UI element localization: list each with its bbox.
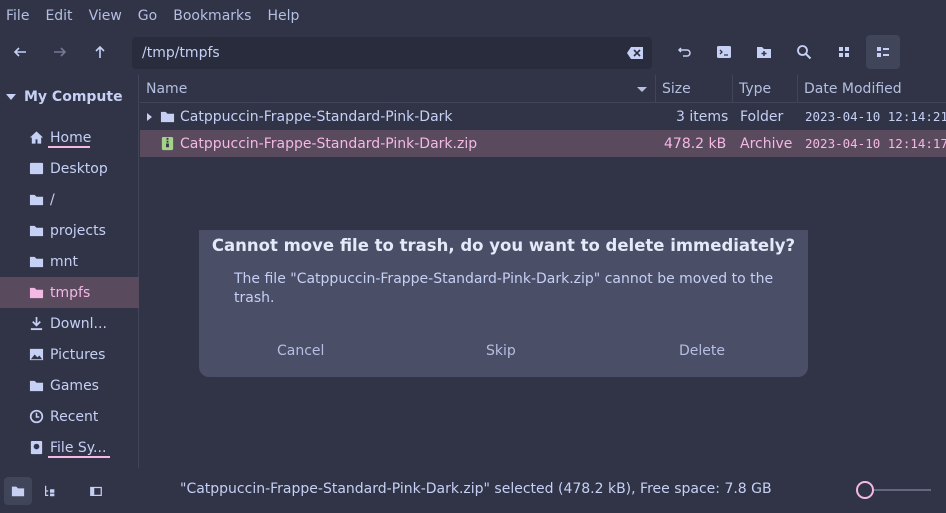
sidebar-item-root[interactable]: / [0,184,139,215]
cancel-button[interactable]: Cancel [277,343,324,359]
sidebar-item-label: Pictures [50,346,106,363]
file-name: Catppuccin-Frappe-Standard-Pink-Dark.zip [180,135,478,152]
dialog-title: Cannot move file to trash, do you want t… [211,236,796,255]
clear-path-icon[interactable] [626,45,644,61]
sidebar-item-games[interactable]: Games [0,370,139,401]
sidebar-item-label: / [50,191,55,208]
sidebar-item-home[interactable]: Home [0,122,139,153]
sidebar-item-label: Games [50,377,99,394]
sidebar-item-desktop[interactable]: Desktop [0,153,139,184]
back-arrow-icon[interactable] [6,38,34,66]
status-bar: "Catppuccin-Frappe-Standard-Pink-Dark.zi… [0,468,946,513]
menu-help[interactable]: Help [267,8,299,24]
folder-icon [28,378,44,394]
sidebar-item-label: File Sy... [50,439,107,456]
download-icon [28,316,44,332]
file-type: Folder [740,108,784,125]
file-name: Catppuccin-Frappe-Standard-Pink-Dark [180,108,453,125]
delete-confirmation-dialog: Cannot move file to trash, do you want t… [199,230,808,377]
toolbar: /tmp/tmpfs [0,32,946,74]
delete-button[interactable]: Delete [679,343,725,359]
home-icon [28,130,44,146]
search-icon[interactable] [790,38,818,66]
file-size: 478.2 kB [664,135,727,152]
sidebar-item-label: projects [50,222,106,239]
column-headers: Name Size Type Date Modified [140,75,946,103]
archive-icon [160,130,175,157]
column-header-name[interactable]: Name [140,75,656,103]
hide-sidebar-icon[interactable] [82,477,110,505]
forward-arrow-icon[interactable] [46,38,74,66]
sidebar-item-filesystem[interactable]: File Sy... [0,432,139,463]
sidebar-item-label: tmpfs [50,284,91,301]
status-text: "Catppuccin-Frappe-Standard-Pink-Dark.zi… [180,481,772,497]
menu-bookmarks[interactable]: Bookmarks [173,8,251,24]
sidebar-item-projects[interactable]: projects [0,215,139,246]
menu-go[interactable]: Go [138,8,157,24]
desktop-icon [28,161,44,177]
sidebar-item-tmpfs[interactable]: tmpfs [0,277,139,308]
path-text: /tmp/tmpfs [142,45,220,61]
file-size: 3 items [676,108,729,125]
menu-bar: File Edit View Go Bookmarks Help [0,0,946,32]
drive-icon [28,440,44,456]
sidebar-item-recent[interactable]: Recent [0,401,139,432]
file-type: Archive [740,135,793,152]
menu-edit[interactable]: Edit [45,8,72,24]
zoom-slider-handle[interactable] [856,481,874,499]
column-header-size[interactable]: Size [656,75,733,103]
sidebar-item-label: Home [50,129,92,146]
dialog-message: The file "Catppuccin-Frappe-Standard-Pin… [234,271,774,306]
recent-icon [28,409,44,425]
sidebar-item-pictures[interactable]: Pictures [0,339,139,370]
folder-icon [28,254,44,270]
folder-icon [28,223,44,239]
menu-file[interactable]: File [6,8,29,24]
file-modified: 2023-04-10 12:14:17 [805,136,946,151]
collapse-triangle-icon[interactable] [6,94,16,100]
sidebar: My Compute Home Desktop / projects mnt t… [0,75,139,468]
sidebar-item-label: Desktop [50,160,108,177]
file-row[interactable]: Catppuccin-Frappe-Standard-Pink-Dark 3 i… [140,103,946,130]
file-row-selected[interactable]: Catppuccin-Frappe-Standard-Pink-Dark.zip… [140,130,946,157]
sidebar-item-label: Downl... [50,315,107,332]
sidebar-item-downloads[interactable]: Downl... [0,308,139,339]
disk-usage-bar [48,146,90,148]
column-header-label: Date Modified [804,81,902,97]
skip-button[interactable]: Skip [486,343,516,359]
up-arrow-icon[interactable] [86,38,114,66]
sidebar-item-mnt[interactable]: mnt [0,246,139,277]
redo-icon[interactable] [670,38,698,66]
sidebar-item-label: Recent [50,408,99,425]
places-sidebar-icon[interactable] [4,477,32,505]
sidebar-item-label: mnt [50,253,78,270]
column-header-type[interactable]: Type [733,75,798,103]
sort-indicator-icon [637,87,647,92]
new-folder-icon[interactable] [750,38,778,66]
folder-icon [160,103,175,130]
menu-view[interactable]: View [89,8,122,24]
column-header-modified[interactable]: Date Modified [798,75,946,103]
column-header-label: Name [146,81,188,97]
list-view-icon[interactable] [866,35,900,69]
tree-sidebar-icon[interactable] [36,477,64,505]
file-modified: 2023-04-10 12:14:21 [805,109,946,124]
sidebar-section-title: My Compute [24,89,123,105]
expander-icon[interactable] [146,103,154,130]
icon-view-icon[interactable] [830,38,858,66]
column-header-label: Size [662,81,691,97]
folder-icon [28,192,44,208]
column-header-label: Type [739,81,772,97]
terminal-icon[interactable] [710,38,738,66]
disk-usage-bar [48,456,110,458]
sidebar-section-header[interactable]: My Compute [6,89,123,105]
folder-icon [28,285,44,301]
pictures-icon [28,347,44,363]
path-input[interactable]: /tmp/tmpfs [132,37,652,69]
